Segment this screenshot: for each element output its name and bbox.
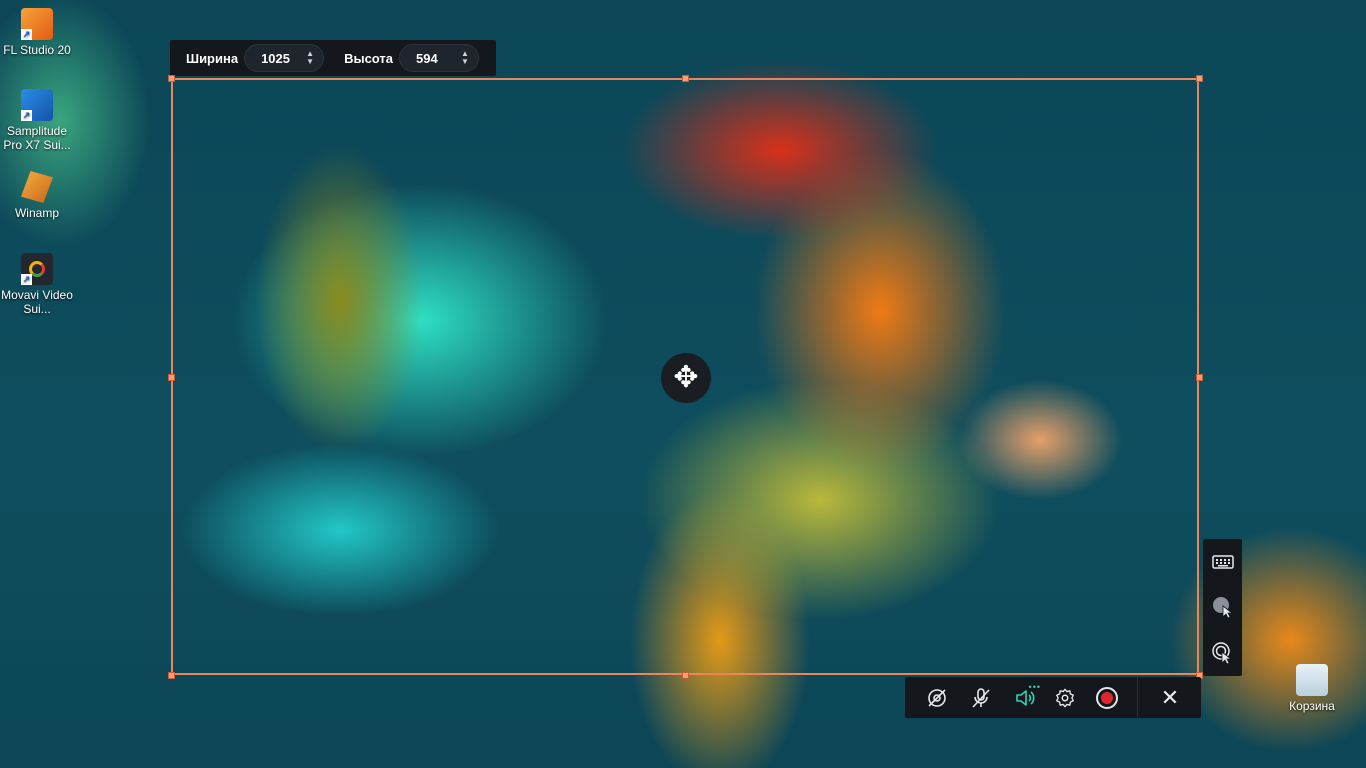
recycle-bin-icon (1296, 664, 1328, 696)
resize-handle-top-right[interactable] (1196, 75, 1203, 82)
resize-handle-bottom-left[interactable] (168, 672, 175, 679)
movavi-icon: ↗ (21, 253, 53, 285)
fl-studio-icon: ↗ (21, 8, 53, 40)
settings-icon (1056, 688, 1074, 707)
microphone-off-button[interactable] (961, 678, 1001, 718)
width-value[interactable]: 1025 (261, 51, 299, 66)
height-input[interactable]: 594 ▲ ▼ (399, 44, 480, 72)
shortcut-arrow-icon: ↗ (21, 29, 32, 40)
close-button[interactable]: ✕ (1150, 678, 1190, 718)
height-decrease-icon[interactable]: ▼ (460, 58, 470, 66)
shortcut-arrow-icon: ↗ (21, 110, 32, 121)
system-audio-button[interactable]: ••• (1005, 678, 1045, 718)
resize-handle-top[interactable] (682, 75, 689, 82)
microphone-off-icon (972, 687, 990, 708)
resize-handle-bottom[interactable] (682, 672, 689, 679)
webcam-off-icon (928, 688, 946, 707)
desktop-icon-label: Winamp (14, 206, 59, 220)
audio-level-dots: ••• (1028, 681, 1041, 692)
height-label: Высота (344, 50, 394, 66)
resize-handle-top-left[interactable] (168, 75, 175, 82)
height-spinner[interactable]: ▲ ▼ (460, 50, 470, 66)
desktop-icon-label: Samplitude Pro X7 Sui... (3, 124, 71, 152)
keyboard-icon[interactable] (1209, 548, 1237, 576)
capture-size-panel: Ширина 1025 ▲ ▼ Высота 594 ▲ ▼ (170, 40, 496, 76)
effects-side-panel (1203, 539, 1242, 676)
width-label: Ширина (186, 50, 239, 66)
webcam-off-button[interactable] (917, 678, 957, 718)
desktop-icon-fl-studio[interactable]: ↗ FL Studio 20 (0, 8, 74, 57)
desktop-icon-label: Movavi Video Sui... (1, 288, 73, 316)
width-input[interactable]: 1025 ▲ ▼ (244, 44, 325, 72)
record-icon (1096, 686, 1118, 709)
width-decrease-icon[interactable]: ▼ (305, 58, 315, 66)
width-spinner[interactable]: ▲ ▼ (305, 50, 315, 66)
record-button[interactable] (1087, 678, 1127, 718)
move-area-icon[interactable]: ✥ (661, 353, 711, 403)
shortcut-arrow-icon: ↗ (21, 274, 32, 285)
winamp-icon (21, 171, 53, 203)
close-icon: ✕ (1160, 684, 1180, 710)
desktop-icon-winamp[interactable]: Winamp (0, 171, 74, 220)
desktop-icon-samplitude[interactable]: ↗ Samplitude Pro X7 Sui... (0, 89, 74, 152)
resize-handle-left[interactable] (168, 374, 175, 381)
desktop-icon-movavi[interactable]: ↗ Movavi Video Sui... (0, 253, 74, 316)
settings-button[interactable] (1045, 678, 1085, 718)
toolbar-divider (1137, 677, 1138, 718)
cursor-highlight-icon[interactable] (1209, 593, 1237, 621)
desktop-icon-label: Корзина (1289, 699, 1335, 713)
resize-handle-right[interactable] (1196, 374, 1203, 381)
height-value[interactable]: 594 (416, 51, 454, 66)
samplitude-icon: ↗ (21, 89, 53, 121)
desktop-icon-label: FL Studio 20 (3, 43, 71, 57)
click-effect-icon[interactable] (1209, 639, 1237, 667)
desktop-icon-recycle-bin[interactable]: Корзина (1275, 664, 1349, 713)
recording-toolbar: ••• ✕ (905, 677, 1201, 718)
